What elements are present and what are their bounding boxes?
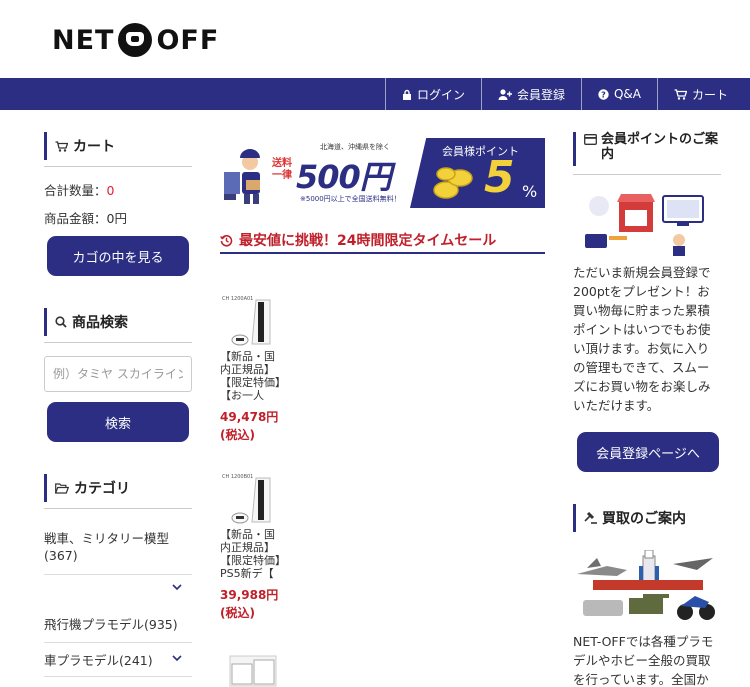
search-button[interactable]: 検索	[47, 402, 189, 442]
site-header: NET OFF	[0, 0, 750, 78]
product-price: 39,988円(税込)	[220, 588, 279, 620]
question-circle-icon: ?	[598, 88, 609, 100]
search-input[interactable]	[44, 356, 192, 392]
buyback-description: NET-OFFでは各種プラモデルやホビー全般の買取を行っています。全国か	[573, 634, 714, 687]
nav-qa-label: Q&A	[613, 87, 641, 101]
cart-amount: 商品金額：0円	[44, 211, 127, 226]
category-item-aircraft[interactable]: 飛行機プラモデル(935)	[44, 616, 192, 633]
category-item-cars[interactable]: 車プラモデル(241)	[44, 652, 164, 669]
nav-qa[interactable]: ? Q&A	[580, 78, 657, 110]
cart-title-text: カート	[73, 139, 115, 155]
cart-qty-label: 合計数量：	[44, 183, 107, 198]
delivery-person-icon	[224, 149, 260, 204]
nav-cart[interactable]: カート	[656, 78, 744, 110]
nav-login-label: ログイン	[416, 87, 465, 102]
nav-register-label: 会員登録	[516, 87, 565, 102]
lock-icon	[402, 89, 411, 100]
shipping-points-banner[interactable]: 北海道、沖縄県を除く 送料一律 500円 ※5000円以上で全国送料無料！ 会員…	[220, 138, 545, 208]
logo-controller-icon	[118, 23, 153, 57]
logo-text-left: NET	[52, 24, 115, 56]
gavel-icon	[584, 512, 597, 524]
divider	[573, 174, 721, 175]
chevron-down-icon[interactable]	[172, 654, 182, 662]
view-cart-button[interactable]: カゴの中を見る	[47, 236, 189, 276]
product-card[interactable]: CH 1200A01 【新品・国内正規品】【限定特価】【お一人 49,478円(…	[220, 296, 285, 444]
buyback-section-title: 買取のご案内	[573, 504, 721, 532]
site-logo[interactable]: NET OFF	[52, 20, 219, 60]
product-price: 49,478円(税込)	[220, 410, 279, 442]
points-section-title: 会員ポイントのご案内	[573, 132, 721, 166]
cart-section-title: カート	[44, 132, 192, 160]
ps5-console-image	[231, 477, 271, 524]
chevron-down-icon[interactable]	[172, 583, 182, 591]
history-icon	[220, 234, 233, 247]
nav-login[interactable]: ログイン	[384, 78, 481, 110]
points-unit: %	[522, 182, 538, 201]
user-plus-icon	[498, 88, 512, 100]
ps5-console-image[interactable]	[228, 654, 278, 687]
credit-card-icon	[584, 134, 597, 145]
sale-divider	[220, 252, 545, 254]
divider	[44, 676, 192, 677]
product-image[interactable]: CH 1200A01	[220, 296, 280, 348]
cart-qty-value: 0	[106, 183, 115, 198]
top-nav-bar: ログイン 会員登録 ? Q&A カート	[0, 78, 750, 110]
nav-register[interactable]: 会員登録	[480, 78, 581, 110]
shipping-banner: 北海道、沖縄県を除く 送料一律 500円 ※5000円以上で全国送料無料！	[220, 138, 420, 208]
cart-quantity: 合計数量：0	[44, 180, 192, 199]
banner-note-bottom: ※5000円以上で全国送料無料！	[300, 195, 401, 203]
shipping-label: 送料一律	[272, 158, 292, 181]
category-title-text: カテゴリ	[74, 481, 130, 497]
nav-cart-label: カート	[691, 87, 728, 102]
divider	[44, 574, 192, 575]
logo-text-right: OFF	[156, 24, 220, 56]
coins-icon	[433, 167, 473, 199]
time-sale-heading: 最安値に挑戦！24時間限定タイムセール	[220, 226, 545, 254]
points-title-text: 会員ポイントのご案内	[601, 132, 719, 162]
top-nav: ログイン 会員登録 ? Q&A カート	[384, 78, 744, 110]
cart-icon	[674, 88, 687, 100]
register-page-button[interactable]: 会員登録ページへ	[577, 432, 719, 472]
hobby-models-image	[577, 550, 715, 620]
search-title-text: 商品検索	[72, 315, 128, 331]
divider	[44, 508, 192, 509]
product-card[interactable]: CH 1200B01 【新品・国内正規品】【限定特価】PS5新デ【 39,988…	[220, 474, 285, 622]
points-banner: 会員様ポイント 5 %	[410, 138, 545, 208]
points-description: ただいま新規会員登録で200ptをプレゼント！お買い物毎に貯まった累積ポイントは…	[573, 265, 711, 413]
svg-text:?: ?	[601, 90, 606, 99]
cart-icon	[55, 140, 68, 152]
product-image[interactable]: CH 1200B01	[220, 474, 280, 526]
points-rate: 5	[484, 152, 515, 203]
shipping-amount: 500円	[296, 158, 392, 196]
product-name[interactable]: 【新品・国内正規品】【限定特価】【お一人	[220, 350, 285, 402]
banner-note-top: 北海道、沖縄県を除く	[320, 143, 390, 151]
time-sale-heading-text: 最安値に挑戦！24時間限定タイムセール	[239, 233, 497, 249]
folder-open-icon	[55, 482, 69, 494]
shopping-illustration	[585, 194, 704, 256]
category-section-title: カテゴリ	[44, 474, 192, 502]
divider	[44, 166, 192, 167]
product-name[interactable]: 【新品・国内正規品】【限定特価】PS5新デ【	[220, 528, 285, 580]
category-item-tanks[interactable]: 戦車、ミリタリー模型(367)	[44, 530, 192, 564]
search-section-title: 商品検索	[44, 308, 192, 336]
buyback-title-text: 買取のご案内	[602, 511, 686, 527]
ps5-console-image	[231, 299, 271, 346]
divider	[44, 342, 192, 343]
search-icon	[55, 316, 67, 328]
divider	[44, 642, 192, 643]
